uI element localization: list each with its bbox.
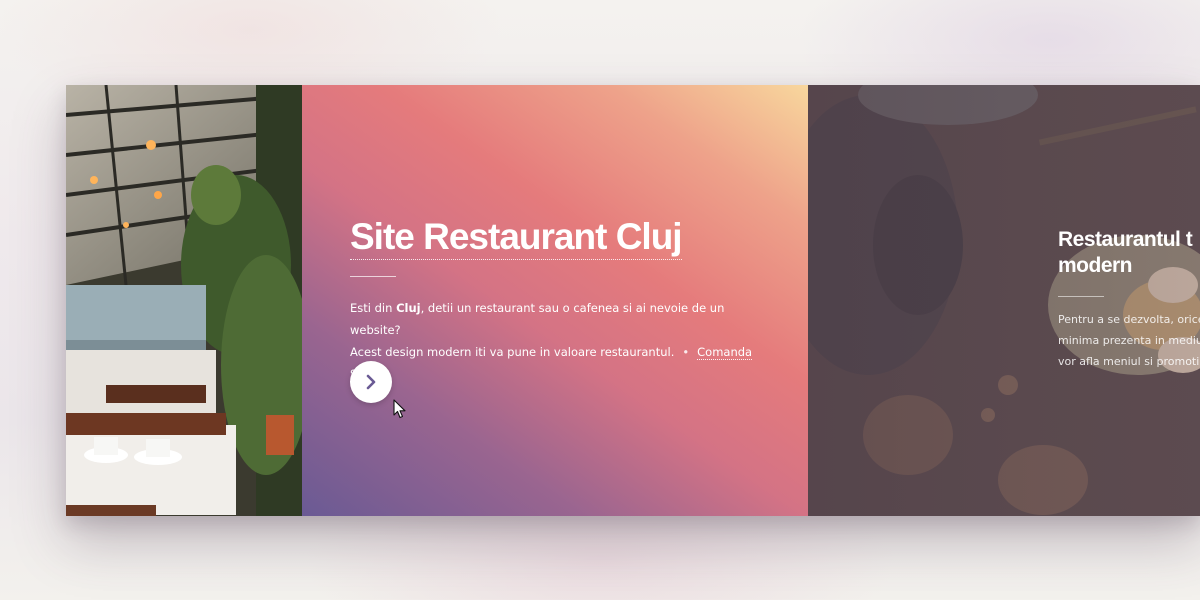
slide-main: Site Restaurant Cluj Esti din Cluj, deti… [302, 85, 808, 516]
next-slide-button[interactable] [350, 361, 392, 403]
slider: Site Restaurant Cluj Esti din Cluj, deti… [66, 85, 1200, 516]
next-slide-title: Restaurantul t modern [1058, 227, 1200, 279]
mouse-cursor-icon [393, 399, 406, 419]
next-slide-title-line-2: modern [1058, 254, 1133, 277]
slide-photo-restaurant-interior[interactable] [66, 85, 302, 516]
next-slide-divider [1058, 296, 1104, 297]
description-line-2: Acest design modern iti va pune in valoa… [350, 341, 770, 385]
restaurant-interior-photo [66, 85, 302, 516]
description-city: Cluj [396, 301, 421, 315]
description-line-1: Esti din Cluj, detii un restaurant sau o… [350, 297, 770, 341]
chevron-right-icon [366, 374, 376, 390]
slide-dark-overlay [808, 85, 1200, 516]
next-slide-title-line-1: Restaurantul t [1058, 228, 1193, 251]
slide-description: Esti din Cluj, detii un restaurant sau o… [350, 297, 770, 385]
next-slide-description: Pentru a se dezvolta, orice minima preze… [1058, 309, 1200, 372]
next-slide-desc-line-1: Pentru a se dezvolta, orice [1058, 313, 1200, 326]
slide-next[interactable]: Restaurantul t modern Pentru a se dezvol… [808, 85, 1200, 516]
description-text: Esti din [350, 301, 397, 315]
slide-title[interactable]: Site Restaurant Cluj [350, 215, 683, 260]
bullet-separator: • [682, 345, 690, 359]
description-text: Acest design modern iti va pune in valoa… [350, 345, 675, 359]
next-slide-desc-line-2: minima prezenta in mediu [1058, 334, 1200, 347]
title-divider [350, 276, 396, 277]
next-slide-desc-line-3: vor afla meniul si promotii [1058, 355, 1200, 368]
